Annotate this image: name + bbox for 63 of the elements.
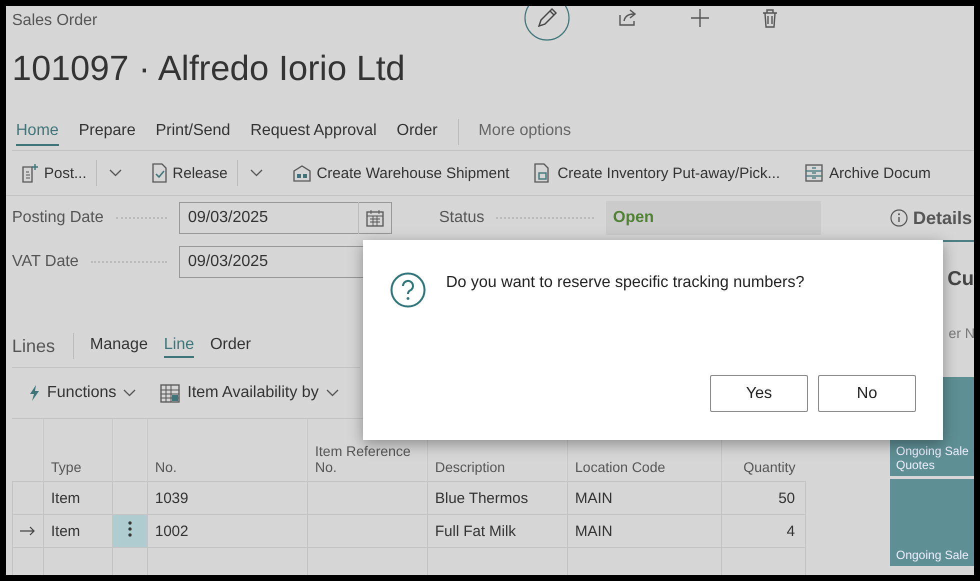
action-button[interactable]: Item Availability by <box>158 382 341 404</box>
table-cell: MAIN <box>575 522 612 540</box>
table-cell: Item <box>51 522 80 540</box>
field-label: Posting Date <box>12 209 104 227</box>
table-cell: MAIN <box>575 490 612 506</box>
section-title: Lines <box>12 333 74 359</box>
table-cell: 50 <box>778 490 795 506</box>
date-field[interactable]: 09/03/2025 <box>179 202 392 234</box>
action-button[interactable]: Release <box>148 159 231 187</box>
page-caption: Sales Order <box>12 12 98 30</box>
action-button[interactable]: Create Inventory Put-away/Pick... <box>530 159 784 187</box>
column-header[interactable]: Type <box>51 459 82 475</box>
menu-tab[interactable]: Prepare <box>78 118 136 146</box>
table-cell: Blue Thermos <box>435 490 528 506</box>
table-cell: Item <box>51 490 80 506</box>
column-header[interactable]: Description <box>435 459 506 475</box>
factbox-heading: Cu <box>946 268 974 292</box>
add-icon[interactable] <box>690 8 710 28</box>
warehouse-icon <box>292 163 312 183</box>
table-cell: 1002 <box>155 522 188 540</box>
archive-icon <box>804 163 824 183</box>
column-header[interactable]: No. <box>155 459 177 475</box>
dialog-button[interactable]: Yes <box>710 375 808 412</box>
lines-tab[interactable]: Line <box>164 334 194 358</box>
action-button[interactable]: Archive Docum <box>801 159 934 187</box>
action-button[interactable]: Post... <box>18 159 90 187</box>
menu-tab[interactable]: Home <box>16 118 59 146</box>
table-cell: 4 <box>786 522 795 540</box>
status-value: Open <box>606 201 821 235</box>
table-cell: Full Fat Milk <box>435 522 516 540</box>
dialog-message: Do you want to reserve specific tracking numbers? <box>446 274 804 292</box>
chevron-down-icon <box>108 169 122 177</box>
chevron-down-icon <box>123 389 136 397</box>
menu-tab[interactable]: Order <box>396 118 438 146</box>
edit-icon[interactable] <box>524 6 570 41</box>
menu-tab[interactable]: Print/Send <box>156 118 230 146</box>
dialog-button[interactable]: No <box>818 375 916 412</box>
field-label: Status <box>439 209 484 227</box>
lines-tab[interactable]: Manage <box>90 334 148 358</box>
factbox-text: er N <box>948 325 974 342</box>
more-vertical-icon[interactable] <box>128 521 132 537</box>
column-header[interactable]: Location Code <box>575 459 666 475</box>
table-cell: 1039 <box>155 490 188 506</box>
delete-icon[interactable] <box>762 8 778 28</box>
document-check-icon <box>150 163 168 183</box>
column-header[interactable]: Item Reference No. <box>315 443 415 475</box>
page-title: 101097 · Alfredo Iorio Ltd <box>12 48 406 90</box>
column-header[interactable]: Quantity <box>743 459 796 475</box>
lightning-icon <box>28 385 40 401</box>
lines-tab[interactable]: Order <box>210 334 252 358</box>
question-icon <box>390 272 426 308</box>
more-options-tab[interactable]: More options <box>478 118 572 146</box>
action-button[interactable]: Create Warehouse Shipment <box>288 159 512 187</box>
calendar-grid-icon <box>160 384 180 402</box>
action-button[interactable]: Functions <box>26 382 138 404</box>
field-label: VAT Date <box>12 253 79 271</box>
calendar-icon[interactable] <box>366 210 384 226</box>
share-icon[interactable] <box>618 9 638 27</box>
document-icon <box>21 163 39 183</box>
chevron-down-icon <box>326 389 339 397</box>
menu-tab[interactable]: Request Approval <box>250 118 377 146</box>
chevron-down-icon <box>250 169 263 177</box>
info-icon <box>890 209 908 228</box>
